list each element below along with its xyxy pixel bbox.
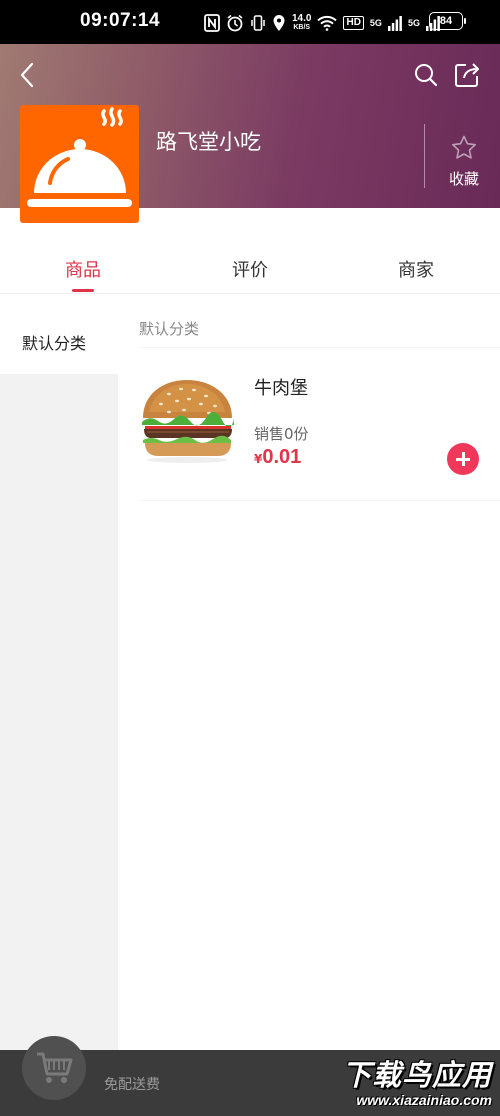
speed-unit: KB/S <box>293 24 311 31</box>
category-item-default[interactable]: 默认分类 <box>0 294 118 374</box>
cart-icon <box>37 1052 73 1083</box>
tab-merchant[interactable]: 商家 <box>333 256 499 282</box>
tab-reviews[interactable]: 评价 <box>167 256 333 282</box>
wifi-icon <box>317 15 338 31</box>
alarm-icon <box>227 14 243 32</box>
cloche-icon <box>27 107 132 207</box>
share-icon <box>455 63 479 87</box>
category-label: 默认分类 <box>22 334 87 353</box>
search-button[interactable] <box>413 62 439 88</box>
back-button[interactable] <box>14 60 42 90</box>
product-image[interactable] <box>139 372 236 465</box>
price-amount: 0.01 <box>262 446 302 468</box>
delivery-fee-text: 免配送费 <box>104 1077 160 1093</box>
status-bar: 09:07:14 14.0 KB/S HD 5G 5G 84 <box>0 0 500 44</box>
product-sales: 销售0份 <box>254 425 309 443</box>
active-tab-indicator <box>72 289 94 292</box>
star-icon <box>452 135 476 159</box>
shop-header: 路飞堂小吃 收藏 <box>0 44 500 223</box>
burger-image <box>139 372 236 465</box>
battery-level: 84 <box>439 15 453 27</box>
vibrate-icon <box>251 15 265 31</box>
status-icons: 14.0 KB/S HD 5G 5G <box>204 12 440 34</box>
tab-products[interactable]: 商品 <box>0 256 166 282</box>
product-price: ¥0.01 <box>254 446 301 469</box>
product-name: 牛肉堡 <box>254 378 308 399</box>
network-label-1: 5G <box>369 17 382 28</box>
hd-badge: HD <box>343 16 364 30</box>
tab-bar: 商品 评价 商家 <box>0 240 500 294</box>
search-icon <box>415 64 438 87</box>
watermark-title: 下载鸟应用 <box>341 1058 492 1092</box>
favorite-label: 收藏 <box>448 170 479 188</box>
favorite-button[interactable]: 收藏 <box>436 134 492 190</box>
shop-name: 路飞堂小吃 <box>156 130 261 154</box>
watermark: 下载鸟应用 www.xiazainiao.com <box>298 1050 500 1116</box>
watermark-url: www.xiazainiao.com <box>356 1092 492 1108</box>
status-time: 09:07:14 <box>80 10 161 31</box>
section-divider <box>139 347 500 348</box>
network-speed: 14.0 KB/S <box>292 14 311 32</box>
cart-button[interactable] <box>22 1036 86 1100</box>
add-to-cart-button[interactable] <box>447 443 479 475</box>
speed-value: 14.0 <box>292 13 312 24</box>
battery-icon: 84 <box>429 12 466 30</box>
nfc-icon <box>204 14 220 32</box>
network-label-2: 5G <box>407 17 420 28</box>
shop-logo <box>20 105 139 223</box>
location-icon <box>273 15 285 31</box>
product-divider <box>139 500 500 501</box>
signal-icon <box>387 16 402 31</box>
share-button[interactable] <box>454 62 482 88</box>
header-divider <box>424 124 425 188</box>
cart-bar: 免配送费 下载鸟应用 www.xiazainiao.com <box>0 1036 500 1116</box>
back-icon <box>20 62 34 88</box>
category-sidebar: 默认分类 <box>0 294 118 1050</box>
section-title: 默认分类 <box>139 320 200 338</box>
